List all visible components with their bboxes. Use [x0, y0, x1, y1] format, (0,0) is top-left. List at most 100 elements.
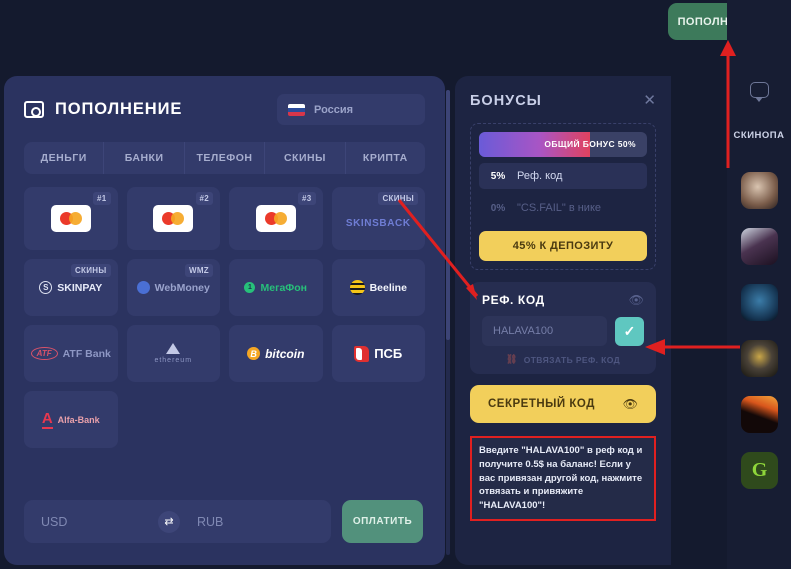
ref-code-input[interactable]: HALAVA100: [482, 316, 607, 346]
wallet-icon: [24, 101, 44, 118]
bonuses-header: БОНУСЫ ✕: [470, 93, 656, 109]
bitcoin-text: bitcoin: [265, 346, 305, 361]
bonus-label: Реф. код: [517, 170, 563, 182]
swap-arrows-icon[interactable]: ⇄: [158, 510, 180, 533]
avatar[interactable]: [741, 396, 778, 433]
payment-method-alfabank[interactable]: A Alfa-Bank: [24, 391, 118, 448]
deposit-bonus-button[interactable]: 45% К ДЕПОЗИТУ: [479, 231, 647, 261]
psb-mark-icon: [354, 345, 370, 362]
mastercard-icon: [153, 205, 194, 232]
chat-bubble-icon: [749, 82, 769, 102]
psb-logo: ПСБ: [354, 345, 403, 362]
secret-code-button[interactable]: СЕКРЕТНЫЙ КОД 👁: [470, 385, 656, 423]
megafon-logo: 1 МегаФон: [244, 282, 307, 294]
instruction-note: Введите "HALAVA100" в реф код и получите…: [470, 436, 656, 521]
megafon-mark-icon: 1: [244, 282, 256, 293]
avatar[interactable]: [741, 172, 778, 209]
bonus-row-ref-code: 5% Реф. код: [479, 163, 647, 189]
instruction-text: Введите "HALAVA100" в реф код и получите…: [479, 445, 643, 512]
webmoney-logo: WebMoney: [136, 281, 210, 294]
total-bonus-progress: ОБЩИЙ БОНУС 50%: [479, 132, 647, 157]
ref-code-card: РЕФ. КОД 👁 HALAVA100 ✓ ⛓ ОТВЯЗАТЬ РЕФ. К…: [470, 282, 656, 374]
eye-icon: 👁: [622, 397, 638, 411]
check-icon[interactable]: ✓: [615, 316, 644, 346]
tile-badge: #3: [298, 192, 316, 205]
payment-method-skinpay[interactable]: СКИНЫ S SKINPAY: [24, 259, 118, 316]
tab-money[interactable]: ДЕНЬГИ: [24, 142, 105, 174]
sidebar-section-label: СКИНОПА: [733, 130, 785, 141]
skinpay-text: SKINPAY: [57, 281, 103, 294]
unlink-label: ОТВЯЗАТЬ РЕФ. КОД: [523, 354, 621, 365]
payment-method-mastercard-2[interactable]: #2: [126, 187, 220, 250]
atf-mark-icon: ATF: [30, 347, 58, 360]
bitcoin-mark-icon: B: [247, 347, 261, 360]
ref-code-title: РЕФ. КОД: [482, 293, 545, 307]
payment-category-tabs: ДЕНЬГИ БАНКИ ТЕЛЕФОН СКИНЫ КРИПТА: [24, 142, 425, 174]
tab-banks[interactable]: БАНКИ: [104, 142, 185, 174]
mastercard-icon: [50, 205, 91, 232]
payment-method-webmoney[interactable]: WMZ WebMoney: [126, 259, 220, 316]
amount-from-input[interactable]: USD: [41, 515, 158, 529]
avatar[interactable]: [741, 228, 778, 265]
payment-methods-grid: #1 #2 #3 СКИНЫ SKINSBACK СКИНЫ S SKINPAY…: [24, 187, 425, 448]
tab-phone[interactable]: ТЕЛЕФОН: [185, 142, 266, 174]
bitcoin-logo: B bitcoin: [247, 347, 304, 361]
megafon-text: МегаФон: [260, 281, 308, 294]
beeline-logo: Beeline: [349, 280, 407, 295]
mastercard-icon: [255, 205, 296, 232]
close-icon[interactable]: ✕: [643, 93, 656, 108]
webmoney-mark-icon: [136, 281, 150, 294]
atfbank-logo: ATF ATF Bank: [30, 347, 111, 360]
unlink-icon: ⛓: [505, 354, 518, 364]
modal-header: ПОПОЛНЕНИЕ Россия: [24, 94, 425, 125]
avatar[interactable]: [741, 340, 778, 377]
country-name: Россия: [314, 103, 354, 116]
payment-method-psb[interactable]: ПСБ: [331, 325, 425, 382]
payment-method-ethereum[interactable]: ethereum: [126, 325, 220, 382]
amount-converter: USD ⇄ RUB: [24, 500, 331, 543]
beeline-mark-icon: [349, 280, 365, 295]
payment-method-beeline[interactable]: Beeline: [331, 259, 425, 316]
pay-button[interactable]: ОПЛАТИТЬ: [342, 500, 423, 543]
bonuses-title: БОНУСЫ: [470, 93, 542, 109]
skinpay-mark-icon: S: [39, 281, 53, 294]
payment-method-megafon[interactable]: 1 МегаФон: [229, 259, 323, 316]
avatar[interactable]: [741, 284, 778, 321]
psb-text: ПСБ: [374, 346, 403, 361]
payment-method-bitcoin[interactable]: B bitcoin: [229, 325, 323, 382]
avatar[interactable]: G: [741, 452, 778, 489]
bonus-progress-card: ОБЩИЙ БОНУС 50% 5% Реф. код 0% "CS.FAIL"…: [470, 123, 656, 270]
page-title: ПОПОЛНЕНИЕ: [24, 100, 182, 119]
skinsback-logo: SKINSBACK: [345, 217, 411, 229]
bonus-percent: 5%: [490, 170, 506, 182]
right-sidebar: СКИНОПА G: [727, 0, 791, 569]
unlink-ref-code-button[interactable]: ⛓ ОТВЯЗАТЬ РЕФ. КОД: [482, 354, 644, 365]
atfbank-text: ATF Bank: [62, 347, 111, 360]
amount-section: USD ⇄ RUB ОПЛАТИТЬ: [24, 500, 423, 543]
ref-code-input-row: HALAVA100 ✓: [482, 316, 644, 346]
tile-badge: #2: [195, 192, 213, 205]
ethereum-text: ethereum: [154, 357, 193, 364]
payment-method-mastercard-3[interactable]: #3: [229, 187, 323, 250]
tab-crypto[interactable]: КРИПТА: [346, 142, 425, 174]
russia-flag-icon: [288, 103, 305, 116]
amount-to-input[interactable]: RUB: [180, 515, 314, 529]
tile-badge: #1: [93, 192, 111, 205]
country-select[interactable]: Россия: [277, 94, 425, 125]
deposit-modal: ПОПОЛНЕНИЕ Россия ДЕНЬГИ БАНКИ ТЕЛЕФОН С…: [4, 76, 445, 565]
alfabank-text: Alfa-Bank: [57, 414, 100, 425]
modal-scrollbar[interactable]: [446, 90, 450, 555]
tile-badge: СКИНЫ: [378, 192, 418, 205]
tile-badge: WMZ: [184, 264, 213, 277]
alfabank-logo: A Alfa-Bank: [41, 409, 100, 429]
tab-skins[interactable]: СКИНЫ: [265, 142, 346, 174]
payment-method-atfbank[interactable]: ATF ATF Bank: [24, 325, 118, 382]
ethereum-mark-icon: [166, 343, 181, 354]
alfabank-mark-icon: A: [41, 409, 53, 429]
payment-method-skinsback[interactable]: СКИНЫ SKINSBACK: [331, 187, 425, 250]
bonus-percent: 0%: [490, 202, 506, 214]
chat-button[interactable]: [727, 82, 791, 102]
beeline-text: Beeline: [369, 281, 407, 294]
eye-off-icon[interactable]: 👁: [629, 293, 644, 307]
payment-method-mastercard-1[interactable]: #1: [24, 187, 118, 250]
